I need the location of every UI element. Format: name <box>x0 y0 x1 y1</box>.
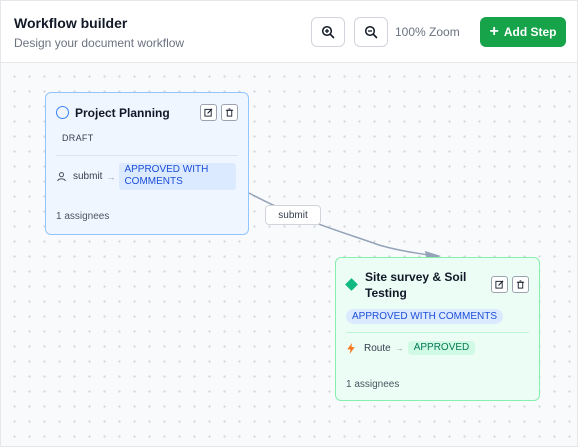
transition-row[interactable]: Route → APPROVED <box>346 341 476 355</box>
edge-label[interactable]: submit <box>265 205 321 225</box>
divider <box>346 332 529 333</box>
workflow-canvas[interactable]: submit Project Planning DRAFT submit → A… <box>1 63 577 446</box>
status-label: DRAFT <box>62 133 94 143</box>
edit-step-button[interactable] <box>200 104 217 121</box>
assignees-count: 1 assignees <box>56 211 110 222</box>
divider <box>56 155 238 156</box>
plus-icon: + <box>489 23 499 40</box>
workflow-step-site-survey[interactable]: Site survey & Soil Testing APPROVED WITH… <box>335 257 540 401</box>
transition-row[interactable]: submit → APPROVED WITH COMMENTS <box>56 163 237 190</box>
step-title: Site survey & Soil Testing <box>365 270 467 300</box>
zoom-in-icon <box>321 25 335 39</box>
transition-action-label: Route <box>364 342 391 354</box>
status-badge: APPROVED WITH COMMENTS <box>346 309 504 324</box>
edit-icon <box>495 280 504 289</box>
zoom-level-label: 100% Zoom <box>395 25 460 39</box>
page-title: Workflow builder <box>14 15 128 31</box>
zoom-out-button[interactable] <box>354 17 388 47</box>
delete-step-button[interactable] <box>221 104 238 121</box>
transition-target-badge: APPROVED WITH COMMENTS <box>119 163 237 190</box>
trash-icon <box>516 280 525 289</box>
arrow-right-icon: → <box>394 343 404 353</box>
workflow-step-project-planning[interactable]: Project Planning DRAFT submit → APPROVED… <box>45 92 249 235</box>
assignees-count: 1 assignees <box>346 379 400 390</box>
page-subtitle: Design your document workflow <box>14 36 185 50</box>
arrow-right-icon: → <box>106 171 116 182</box>
transition-action-label: submit <box>73 171 103 182</box>
add-step-label: Add Step <box>503 25 557 39</box>
workflow-builder-app: Workflow builder Design your document wo… <box>0 0 578 447</box>
step-title: Project Planning <box>75 106 170 120</box>
zoom-out-icon <box>364 25 378 39</box>
circle-status-icon <box>56 106 69 119</box>
user-icon <box>57 172 66 182</box>
trash-icon <box>225 108 234 117</box>
lightning-icon <box>347 342 355 354</box>
header: Workflow builder Design your document wo… <box>1 1 577 63</box>
zoom-in-button[interactable] <box>311 17 345 47</box>
add-step-button[interactable]: + Add Step <box>480 17 566 47</box>
edit-icon <box>204 108 213 117</box>
edit-step-button[interactable] <box>491 276 508 293</box>
delete-step-button[interactable] <box>512 276 529 293</box>
diamond-status-icon <box>345 278 358 291</box>
transition-target-badge: APPROVED <box>407 341 476 355</box>
